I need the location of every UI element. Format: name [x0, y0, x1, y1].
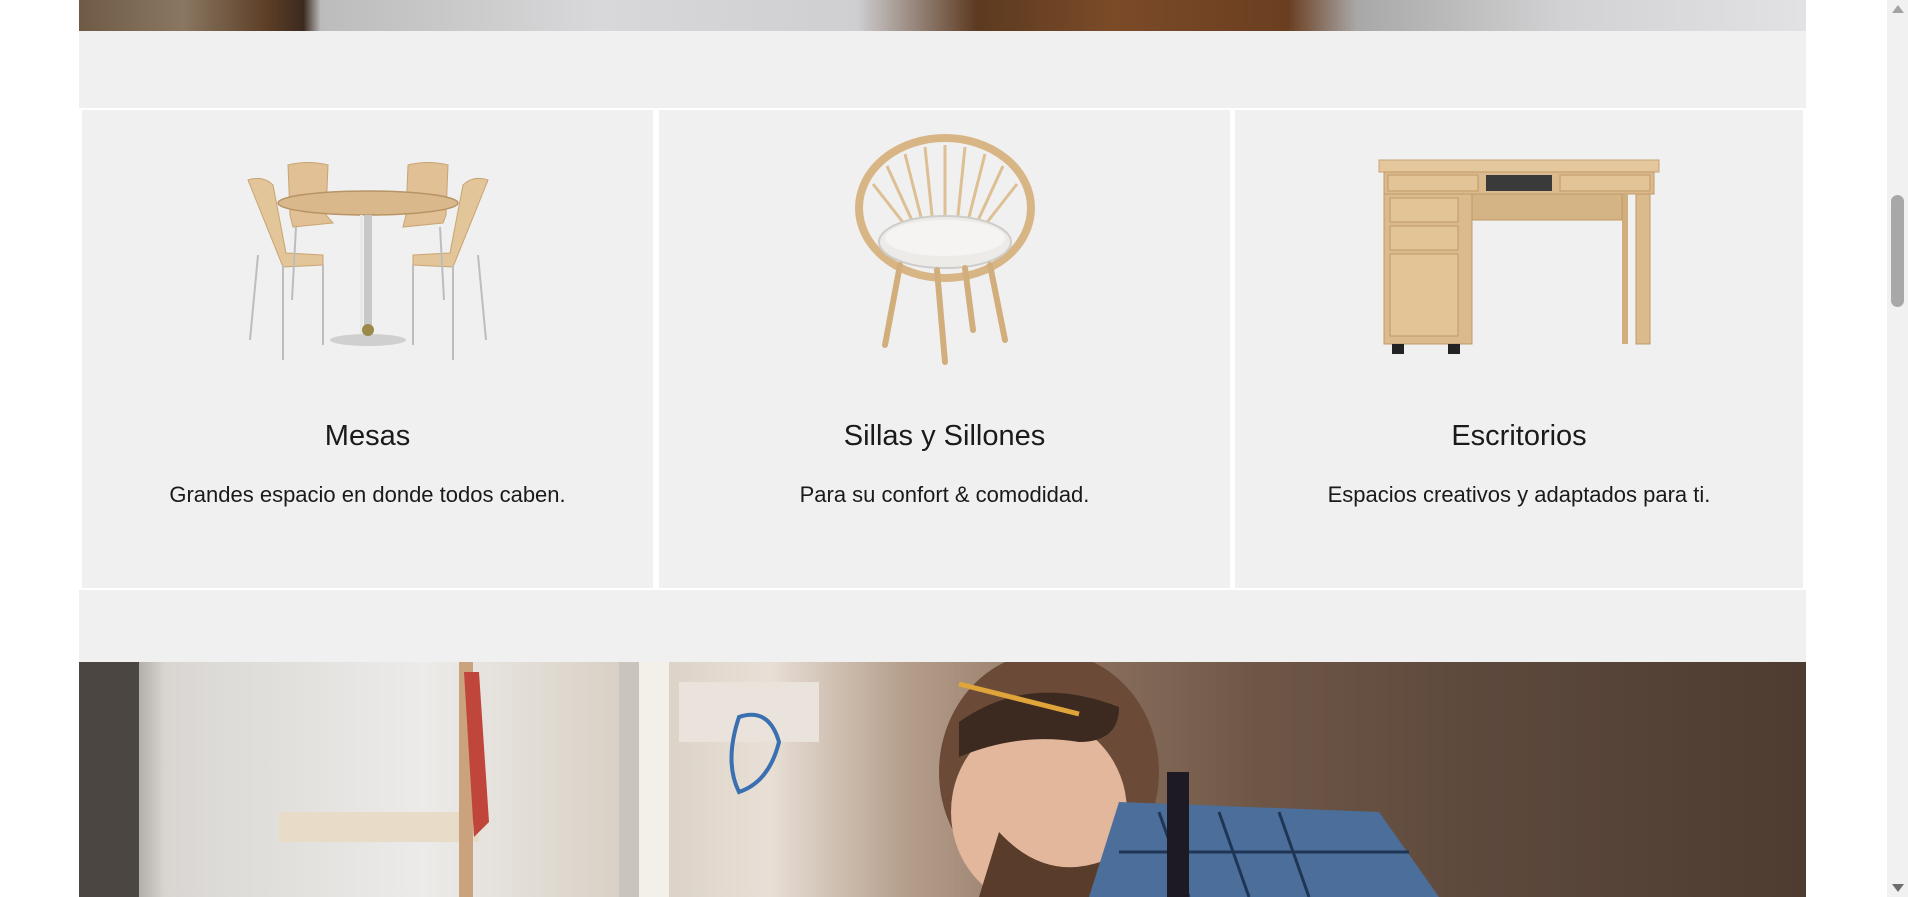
scroll-up-arrow-icon[interactable]	[1892, 5, 1904, 13]
category-card-sillas[interactable]: Sillas y Sillones Para su confort & como…	[659, 110, 1230, 588]
armchair-icon	[854, 134, 1035, 365]
category-cards: Mesas Grandes espacio en donde todos cab…	[79, 108, 1806, 590]
desk-image	[1235, 135, 1803, 365]
page: Mesas Grandes espacio en donde todos cab…	[0, 0, 1908, 897]
category-card-escritorios[interactable]: Escritorios Espacios creativos y adaptad…	[1235, 110, 1803, 588]
vertical-scrollbar[interactable]	[1887, 0, 1908, 897]
category-title: Sillas y Sillones	[843, 420, 1046, 452]
desk-icon	[1378, 159, 1660, 354]
category-description: Grandes espacio en donde todos caben.	[169, 482, 566, 507]
carpenter-hero-image	[79, 662, 1806, 897]
armchair-image	[659, 134, 1230, 365]
scroll-down-arrow-icon[interactable]	[1892, 884, 1904, 892]
dining-table-image	[82, 135, 653, 365]
dining-table-icon	[246, 162, 489, 360]
scrollbar-thumb[interactable]	[1891, 195, 1904, 307]
section-spacer-top	[79, 31, 1806, 108]
category-card-mesas[interactable]: Mesas Grandes espacio en donde todos cab…	[82, 110, 653, 588]
main-content: Mesas Grandes espacio en donde todos cab…	[79, 0, 1806, 897]
category-description: Para su confort & comodidad.	[799, 482, 1090, 507]
category-description: Espacios creativos y adaptados para ti.	[1327, 482, 1711, 507]
section-spacer-bottom	[79, 590, 1806, 662]
category-title: Mesas	[324, 420, 411, 452]
category-title: Escritorios	[1451, 420, 1587, 452]
carpenter-photo	[79, 662, 1439, 897]
bedroom-hero-image	[79, 0, 1806, 31]
